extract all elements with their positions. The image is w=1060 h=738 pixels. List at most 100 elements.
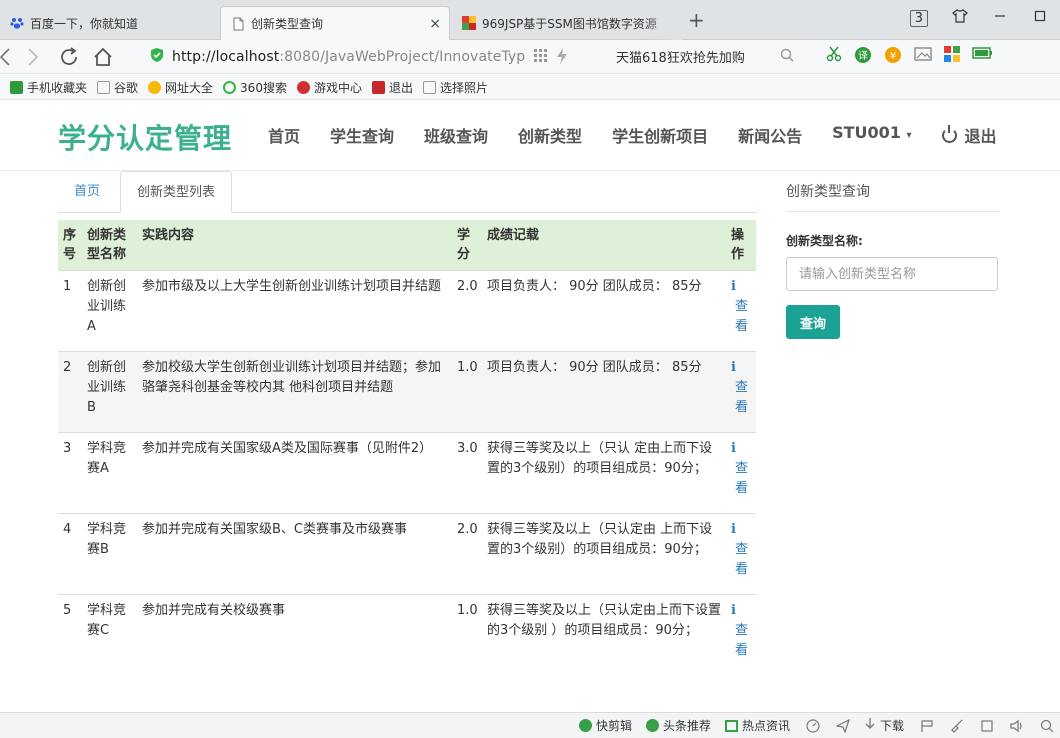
table-row: 4 学科竞赛B 参加并完成有关国家级B、C类赛事及市级赛事 2.0 获得三等奖及… [58,513,756,595]
bookmark-games[interactable]: 游戏中心 [296,79,362,96]
lightning-icon[interactable] [556,48,568,68]
svg-text:译: 译 [858,50,868,62]
status-quick-clip[interactable]: 快剪辑 [578,717,632,734]
page-icon [97,80,111,94]
status-hot-news[interactable]: 热点资讯 [724,717,790,734]
breadcrumb-current[interactable]: 创新类型列表 [120,171,233,213]
home-icon[interactable] [92,46,114,72]
info-icon: i [731,279,736,294]
query-button[interactable]: 查询 [786,305,840,339]
new-tab-button[interactable]: + [688,10,705,30]
promo-text[interactable]: 天猫618狂欢抢先加购 [616,47,745,66]
nav-home[interactable]: 首页 [268,123,300,147]
tab-close-icon[interactable]: × [429,16,441,32]
bookmark-photo[interactable]: 选择照片 [422,79,488,96]
brand-logo[interactable]: 学分认定管理 [58,117,232,157]
view-link[interactable]: i 查看 [726,594,756,675]
nav-student-query[interactable]: 学生查询 [330,123,394,147]
user-menu[interactable]: STU001 ▾ [832,123,911,147]
tab-title: 百度一下，你就知道 [30,16,139,31]
nav-news[interactable]: 新闻公告 [738,123,802,147]
volume-icon[interactable] [1010,719,1024,733]
paw-icon [10,16,24,30]
extension-icons: 译 ¥ [826,46,994,68]
site-icon [371,80,385,94]
bookmark-google[interactable]: 谷歌 [97,79,138,96]
search-icon[interactable] [780,48,794,66]
cell-no: 3 [58,432,82,514]
view-link[interactable]: i 查看 [726,432,756,514]
nav-class-query[interactable]: 班级查询 [424,123,488,147]
browser-tab-baidu[interactable]: 百度一下，你就知道 [0,6,215,40]
search-panel-title: 创新类型查询 [786,171,1000,212]
chevron-down-icon: ▾ [906,130,912,141]
logout-link[interactable]: 退出 [941,123,997,147]
tab-title: 969JSP基于SSM图书馆数字资源 [482,16,657,31]
minimize-icon[interactable] [980,10,1020,26]
reload-icon[interactable] [58,46,80,72]
speed-icon[interactable] [806,718,820,733]
col-header-record: 成绩记载 [487,228,540,243]
col-header-name: 创新类型名称 [87,228,127,262]
cell-name: 学科竞赛C [82,594,137,675]
window-icon[interactable] [980,719,994,733]
grid-apps-icon[interactable] [534,49,548,67]
phone-icon [10,80,23,94]
coin-icon[interactable]: ¥ [884,46,902,68]
cell-name: 创新创业训练B [82,351,137,433]
cell-record: 获得三等奖及以上（只认 定由上而下设置的3个级别）的项目组成员：90分； [482,432,726,514]
svg-text:¥: ¥ [890,51,896,62]
url-host: http://localhost [172,49,280,65]
tab-count-badge[interactable]: 3 [909,9,928,27]
view-link[interactable]: i 查看 [726,513,756,595]
browser-tab-library[interactable]: 969JSP基于SSM图书馆数字资源 [452,6,682,40]
nav-innovate-type[interactable]: 创新类型 [518,123,582,147]
cell-credit: 3.0 [452,432,482,514]
bookmark-exit[interactable]: 退出 [371,79,413,96]
view-link[interactable]: i 查看 [726,351,756,433]
table-header-row: 序号 创新类型名称 实践内容 学分 成绩记载 操作 [58,220,756,271]
scissors-icon[interactable] [826,46,842,68]
cell-record: 项目负责人： 90分 团队成员： 85分 [482,270,726,352]
bookmark-mobile[interactable]: 手机收藏夹 [10,79,87,96]
cell-credit: 1.0 [452,351,482,433]
broom-icon[interactable] [950,719,964,733]
type-name-label: 创新类型名称: [786,234,863,248]
zoom-icon[interactable] [1040,719,1054,733]
breadcrumb-home[interactable]: 首页 [58,171,116,213]
browser-tab-innovate[interactable]: 创新类型查询 × [220,6,450,40]
plane-icon[interactable] [835,718,850,733]
translate-icon[interactable]: 译 [854,46,872,68]
view-link[interactable]: i 查看 [726,270,756,352]
image-icon[interactable] [914,46,932,68]
type-name-input[interactable] [786,257,998,291]
info-icon: i [731,522,736,537]
cell-content: 参加校级大学生创新创业训练计划项目并结题；参加骆肇尧科创基金等校内其 他科创项目… [137,351,452,433]
status-headline[interactable]: 头条推荐 [645,717,711,734]
play-icon [578,719,592,732]
url-path: :8080/JavaWebProject/InnovateTyp [279,49,526,65]
cell-record: 获得三等奖及以上（只认定由上而下设置的3个级别 ）的项目组成员：90分； [482,594,726,675]
bookmark-icon[interactable] [920,719,934,733]
col-header-no: 序号 [63,228,77,262]
power-icon [941,124,957,143]
restore-icon[interactable] [1020,10,1060,26]
cell-credit: 2.0 [452,270,482,352]
cell-content: 参加并完成有关国家级A类及国际赛事（见附件2） [137,432,452,514]
table-row: 5 学科竞赛C 参加并完成有关校级赛事 1.0 获得三等奖及以上（只认定由上而下… [58,594,756,675]
bookmark-360[interactable]: 360搜索 [223,79,287,96]
back-icon[interactable] [0,46,12,72]
skin-icon[interactable] [940,9,980,27]
battery-icon[interactable] [972,46,994,68]
table-row: 3 学科竞赛A 参加并完成有关国家级A类及国际赛事（见附件2） 3.0 获得三等… [58,432,756,514]
browser-status-bar: 快剪辑 头条推荐 热点资讯 下载 [0,712,1060,738]
game-icon [296,80,310,94]
cell-content: 参加市级及以上大学生创新创业训练计划项目并结题 [137,270,452,352]
forward-icon[interactable] [26,46,39,72]
nav-student-project[interactable]: 学生创新项目 [612,123,708,147]
cell-no: 1 [58,270,82,352]
bookmark-hao[interactable]: 网址大全 [148,79,213,96]
status-download[interactable]: 下载 [864,717,904,734]
window-controls: 3 [909,0,1060,36]
apps-icon[interactable] [944,46,960,68]
